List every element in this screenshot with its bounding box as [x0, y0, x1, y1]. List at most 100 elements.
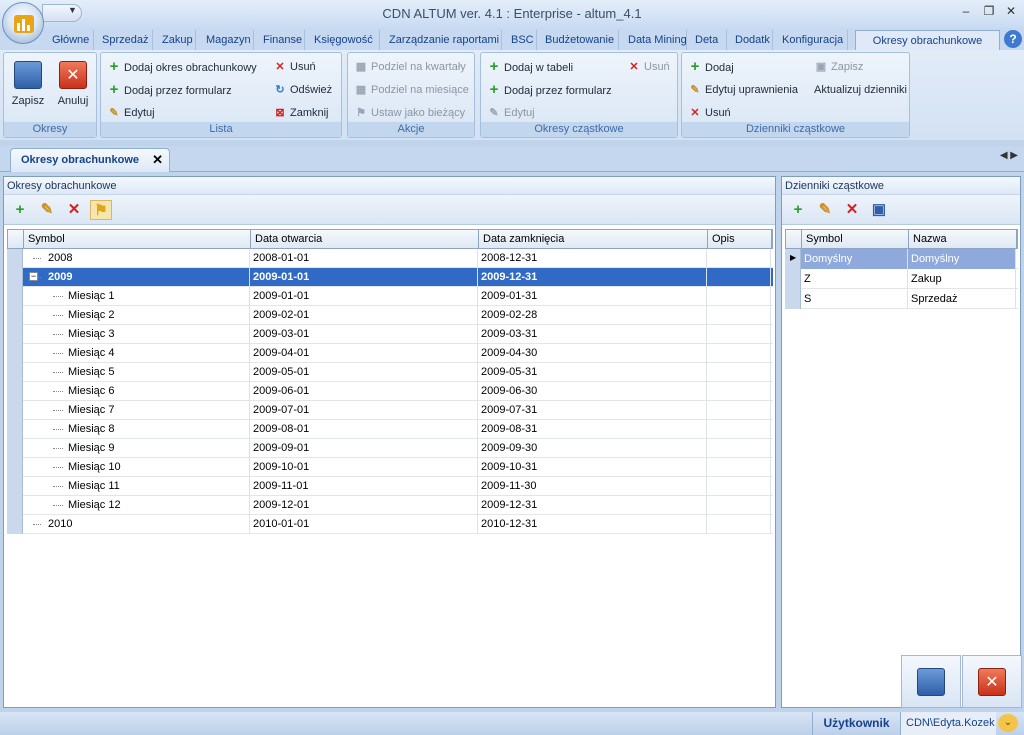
- cell-symbol[interactable]: Miesiąc 3: [65, 325, 250, 344]
- minimize-button[interactable]: –: [957, 4, 975, 18]
- tab-budzetowanie[interactable]: Budżetowanie: [541, 30, 619, 50]
- tab-magazyn[interactable]: Magazyn: [202, 30, 254, 50]
- row-indicator[interactable]: [7, 458, 23, 477]
- row-indicator[interactable]: [7, 496, 23, 515]
- edit-sub-button[interactable]: ✎ Edytuj: [487, 103, 534, 123]
- cancel-button[interactable]: ✕ Anuluj: [51, 57, 95, 107]
- restore-button[interactable]: ❐: [980, 4, 998, 18]
- table-row[interactable]: ▶ Domyślny Domyślny: [785, 249, 1018, 269]
- cell-description[interactable]: [707, 363, 771, 382]
- cell-open-date[interactable]: 2009-10-01: [250, 458, 478, 477]
- cell-description[interactable]: [707, 496, 771, 515]
- row-indicator[interactable]: [7, 439, 23, 458]
- cell-description[interactable]: [707, 268, 771, 287]
- cell-description[interactable]: [707, 515, 771, 534]
- row-indicator[interactable]: [7, 268, 23, 287]
- cell-open-date[interactable]: 2009-09-01: [250, 439, 478, 458]
- tab-deta[interactable]: Deta: [691, 30, 727, 50]
- cell-description[interactable]: [707, 287, 771, 306]
- header-symbol[interactable]: Symbol: [802, 230, 909, 249]
- tab-konfiguracja[interactable]: Konfiguracja: [778, 30, 848, 50]
- cell-description[interactable]: [707, 344, 771, 363]
- flag-icon[interactable]: ⚑: [90, 200, 112, 220]
- tab-finanse[interactable]: Finanse: [259, 30, 305, 50]
- edit-icon[interactable]: ✎: [814, 200, 836, 220]
- cell-symbol[interactable]: 2008: [45, 249, 250, 268]
- cancel-float-button[interactable]: ✕: [962, 655, 1022, 708]
- table-row[interactable]: Miesiąc 12 2009-12-01 2009-12-31: [7, 496, 773, 515]
- table-row[interactable]: Miesiąc 7 2009-07-01 2009-07-31: [7, 401, 773, 420]
- add-period-button[interactable]: + Dodaj okres obrachunkowy: [107, 57, 257, 77]
- edit-icon[interactable]: ✎: [36, 200, 58, 220]
- cell-description[interactable]: [707, 382, 771, 401]
- delete-sub-button[interactable]: ✕ Usuń: [627, 57, 669, 77]
- delete-button[interactable]: ✕ Usuń: [273, 57, 315, 77]
- cell-close-date[interactable]: 2009-11-30: [478, 477, 707, 496]
- cell-symbol[interactable]: Miesiąc 1: [65, 287, 250, 306]
- tab-sprzedaz[interactable]: Sprzedaż: [98, 30, 153, 50]
- row-indicator[interactable]: [785, 269, 801, 289]
- row-indicator[interactable]: [7, 401, 23, 420]
- save-journal-button[interactable]: ▣ Zapisz: [814, 57, 864, 77]
- app-menu-button[interactable]: [2, 2, 44, 44]
- close-button[interactable]: ⊠ Zamknij: [273, 103, 328, 123]
- row-indicator[interactable]: [785, 289, 801, 309]
- cell-name[interactable]: Sprzedaż: [908, 289, 1016, 309]
- cell-close-date[interactable]: 2009-04-30: [478, 344, 707, 363]
- edit-permissions-button[interactable]: ✎ Edytuj uprawnienia: [688, 80, 798, 100]
- cell-description[interactable]: [707, 249, 771, 268]
- tab-ksiegowosc[interactable]: Księgowość: [310, 30, 380, 50]
- row-indicator[interactable]: ▶: [785, 249, 801, 269]
- collapse-icon[interactable]: −: [29, 272, 38, 281]
- cell-open-date[interactable]: 2009-08-01: [250, 420, 478, 439]
- cell-close-date[interactable]: 2009-05-31: [478, 363, 707, 382]
- cell-symbol[interactable]: Miesiąc 4: [65, 344, 250, 363]
- tab-okresy-obrachunkowe[interactable]: Okresy obrachunkowe: [855, 30, 1000, 50]
- tab-data-mining[interactable]: Data Mining: [624, 30, 687, 50]
- row-indicator[interactable]: [7, 306, 23, 325]
- add-by-form-button[interactable]: + Dodaj przez formularz: [107, 80, 232, 100]
- cell-description[interactable]: [707, 477, 771, 496]
- cell-close-date[interactable]: 2009-06-30: [478, 382, 707, 401]
- save-float-button[interactable]: [901, 655, 961, 708]
- cell-symbol[interactable]: Miesiąc 8: [65, 420, 250, 439]
- cell-open-date[interactable]: 2009-02-01: [250, 306, 478, 325]
- row-indicator[interactable]: [7, 420, 23, 439]
- cell-open-date[interactable]: 2009-01-01: [250, 268, 478, 287]
- cell-name[interactable]: Domyślny: [908, 249, 1016, 269]
- row-indicator[interactable]: [7, 344, 23, 363]
- cell-symbol[interactable]: Domyślny: [801, 249, 908, 269]
- cell-symbol[interactable]: Miesiąc 2: [65, 306, 250, 325]
- set-current-button[interactable]: ⚑ Ustaw jako bieżący: [354, 103, 465, 123]
- tab-glowne[interactable]: Główne: [48, 30, 94, 50]
- save-button[interactable]: Zapisz: [6, 57, 50, 107]
- cell-symbol[interactable]: Z: [801, 269, 908, 289]
- cell-open-date[interactable]: 2009-04-01: [250, 344, 478, 363]
- cell-symbol[interactable]: 2010: [45, 515, 250, 534]
- tab-zarzadzanie-raportami[interactable]: Zarządzanie raportami: [385, 30, 502, 50]
- table-row[interactable]: Miesiąc 11 2009-11-01 2009-11-30: [7, 477, 773, 496]
- cell-close-date[interactable]: 2010-12-31: [478, 515, 707, 534]
- cell-symbol[interactable]: 2009: [45, 268, 250, 287]
- add-icon[interactable]: +: [9, 200, 31, 220]
- cell-name[interactable]: Zakup: [908, 269, 1016, 289]
- delete-icon[interactable]: ✕: [63, 200, 85, 220]
- header-close-date[interactable]: Data zamknięcia: [479, 230, 708, 249]
- cell-close-date[interactable]: 2009-08-31: [478, 420, 707, 439]
- header-symbol[interactable]: Symbol: [24, 230, 251, 249]
- table-row[interactable]: Z Zakup: [785, 269, 1018, 289]
- row-indicator[interactable]: [7, 382, 23, 401]
- cell-open-date[interactable]: 2009-01-01: [250, 287, 478, 306]
- cell-symbol[interactable]: S: [801, 289, 908, 309]
- table-row[interactable]: 2008 2008-01-01 2008-12-31: [7, 249, 773, 268]
- table-row[interactable]: Miesiąc 8 2009-08-01 2009-08-31: [7, 420, 773, 439]
- cell-description[interactable]: [707, 439, 771, 458]
- cell-description[interactable]: [707, 458, 771, 477]
- document-tab[interactable]: Okresy obrachunkowe ✕: [10, 148, 170, 172]
- add-journal-button[interactable]: + Dodaj: [688, 57, 734, 77]
- split-months-button[interactable]: ▦ Podziel na miesiące: [354, 80, 469, 100]
- table-row[interactable]: Miesiąc 2 2009-02-01 2009-02-28: [7, 306, 773, 325]
- update-journals-button[interactable]: Aktualizuj dzienniki: [814, 80, 907, 100]
- close-window-button[interactable]: ✕: [1002, 4, 1020, 18]
- add-sub-by-form-button[interactable]: + Dodaj przez formularz: [487, 80, 612, 100]
